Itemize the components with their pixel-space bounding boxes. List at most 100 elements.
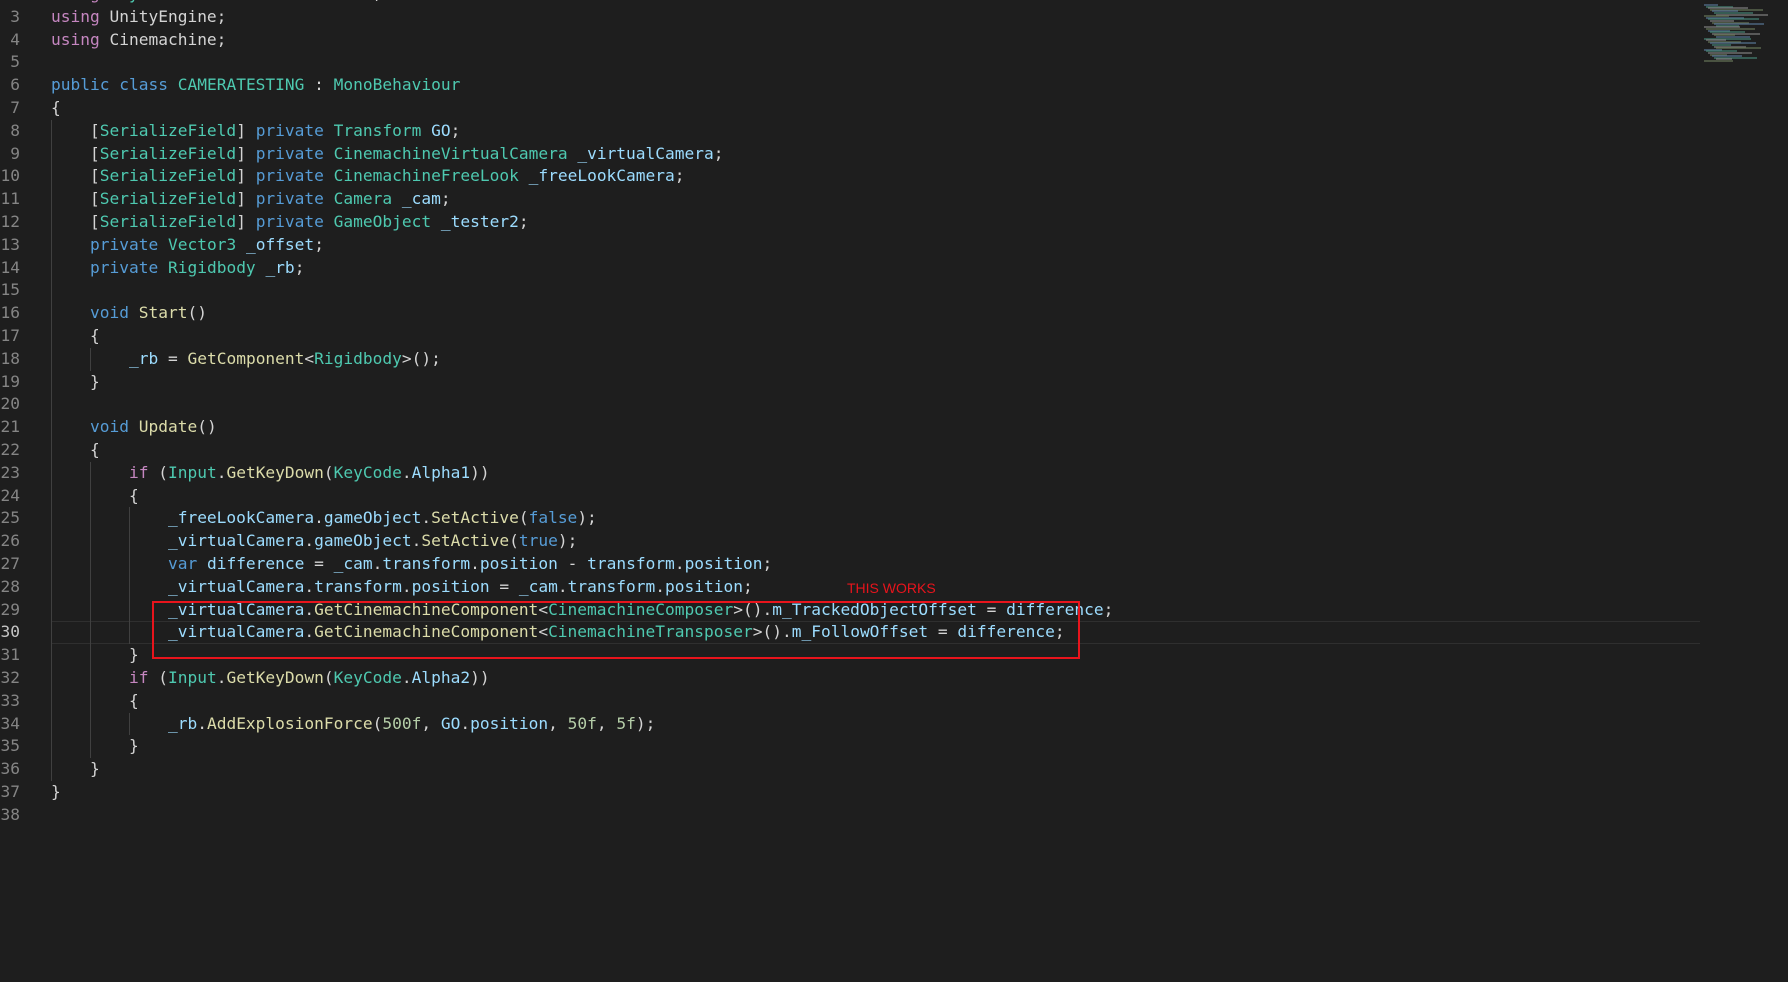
code-token: true: [518, 531, 558, 551]
code-line[interactable]: 34 _rb.AddExplosionForce(500f, GO.positi…: [0, 713, 1700, 736]
code-token: position: [470, 713, 549, 733]
code-token: (: [372, 713, 383, 733]
code-line[interactable]: 36 }: [0, 758, 1700, 781]
line-number: 14: [0, 257, 21, 277]
code-line[interactable]: 6 public class CAMERATESTING : MonoBehavi…: [0, 74, 1700, 97]
code-token: _rb: [265, 257, 295, 277]
code-text: using UnityEngine;: [51, 6, 226, 29]
code-line[interactable]: 20: [0, 393, 1700, 416]
code-token: ;: [743, 576, 753, 596]
code-line[interactable]: 4 using Cinemachine;: [0, 29, 1700, 52]
code-text: [SerializeField] private CinemachineFree…: [51, 165, 685, 188]
code-token: _tester2: [440, 211, 519, 231]
code-line[interactable]: 11 [SerializeField] private Camera _cam;: [0, 188, 1700, 211]
code-line[interactable]: 3 using UnityEngine;: [0, 6, 1700, 29]
code-line[interactable]: 14 private Rigidbody _rb;: [0, 257, 1700, 280]
code-line[interactable]: 23 if (Input.GetKeyDown(KeyCode.Alpha1)): [0, 462, 1700, 485]
line-number: 7: [10, 97, 20, 117]
code-line[interactable]: 32 if (Input.GetKeyDown(KeyCode.Alpha2)): [0, 667, 1700, 690]
code-token: private: [255, 189, 324, 209]
code-token: .: [401, 576, 412, 596]
annotation-highlight-box: [152, 601, 1080, 659]
code-line[interactable]: 27 var difference = _cam.transform.posit…: [0, 553, 1700, 576]
code-text: {: [51, 690, 139, 713]
code-line[interactable]: 16 void Start(): [0, 302, 1700, 325]
code-token: _virtualCamera: [167, 576, 305, 596]
code-line[interactable]: 17 {: [0, 325, 1700, 348]
code-token: CinemachineFreeLook: [333, 166, 519, 186]
code-token: Input: [167, 462, 217, 482]
code-text: _virtualCamera.transform.position = _cam…: [51, 576, 753, 599]
code-token: }: [51, 736, 139, 756]
line-number: 3: [10, 6, 20, 26]
code-token: .: [557, 576, 568, 596]
code-line[interactable]: 12 [SerializeField] private GameObject _…: [0, 211, 1700, 234]
code-token: Alpha1: [411, 462, 471, 482]
code-editor[interactable]: 2using System.Collections.Generic;3using…: [0, 0, 1700, 826]
code-line[interactable]: 25 _freeLookCamera.gameObject.SetActive(…: [0, 507, 1700, 530]
line-number: 32: [0, 667, 21, 687]
line-number: 34: [0, 713, 21, 733]
line-number: 28: [0, 576, 21, 596]
code-token: ;: [450, 120, 461, 140]
code-line[interactable]: 37}: [0, 781, 1700, 804]
code-token: .: [674, 553, 685, 573]
line-number: 23: [0, 462, 21, 482]
code-token: }: [51, 371, 100, 391]
code-line[interactable]: 26 _virtualCamera.gameObject.SetActive(t…: [0, 530, 1700, 553]
code-text: }: [51, 781, 61, 804]
code-token: KeyCode: [333, 462, 402, 482]
code-line[interactable]: 18 _rb = GetComponent<Rigidbody>();: [0, 348, 1700, 371]
line-number: 9: [10, 143, 20, 163]
code-line[interactable]: 35 }: [0, 735, 1700, 758]
code-token: ;: [294, 257, 305, 277]
code-token: using: [51, 0, 100, 3]
code-token: [: [51, 166, 100, 186]
code-token: .: [216, 462, 227, 482]
code-token: [: [51, 189, 100, 209]
code-token: {: [51, 97, 61, 117]
code-line[interactable]: 33 {: [0, 690, 1700, 713]
code-line[interactable]: 15: [0, 279, 1700, 302]
code-line[interactable]: 38: [0, 804, 1700, 827]
code-line[interactable]: 10 [SerializeField] private CinemachineF…: [0, 165, 1700, 188]
code-token: MonoBehaviour: [333, 75, 461, 95]
code-line[interactable]: 13 private Vector3 _offset;: [0, 234, 1700, 257]
code-token: (: [148, 667, 168, 687]
code-text: private Vector3 _offset;: [51, 234, 324, 257]
code-token: if: [128, 667, 149, 687]
code-token: using: [51, 29, 100, 49]
code-line[interactable]: 21 void Update(): [0, 416, 1700, 439]
code-line[interactable]: 22 {: [0, 439, 1700, 462]
code-line[interactable]: 5: [0, 51, 1700, 74]
code-text: }: [51, 371, 100, 394]
minimap[interactable]: [1700, 0, 1788, 982]
code-token: )): [470, 462, 490, 482]
code-line[interactable]: 19 }: [0, 371, 1700, 394]
indent-guide: [90, 347, 91, 371]
code-line[interactable]: 9 [SerializeField] private CinemachineVi…: [0, 143, 1700, 166]
line-number: 4: [10, 29, 20, 49]
code-line[interactable]: 24 {: [0, 485, 1700, 508]
code-token: ;: [762, 553, 773, 573]
code-text: _rb = GetComponent<Rigidbody>();: [51, 348, 441, 371]
code-token: CAMERATESTING: [177, 75, 305, 95]
code-line[interactable]: 8 [SerializeField] private Transform GO;: [0, 120, 1700, 143]
code-text: void Update(): [51, 416, 217, 439]
line-number: 29: [0, 599, 21, 619]
code-token: .: [411, 531, 422, 551]
code-token: 500f: [382, 713, 422, 733]
code-token: .: [304, 576, 315, 596]
code-token: .: [372, 553, 383, 573]
code-line[interactable]: 7{: [0, 97, 1700, 120]
indent-guide: [129, 507, 130, 645]
